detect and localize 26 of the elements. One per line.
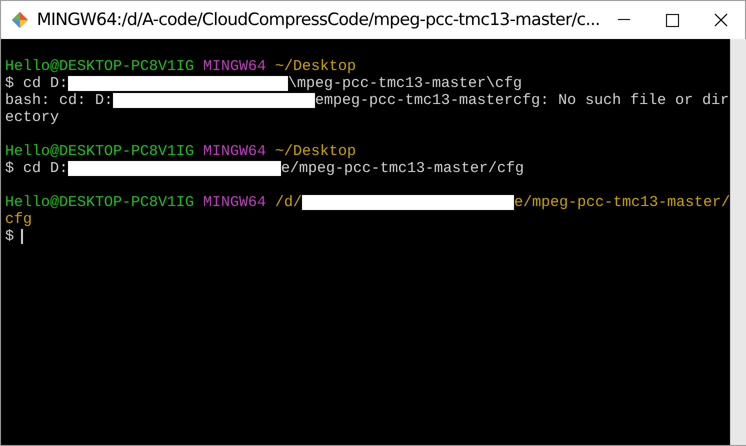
- terminal-text: empeg-pcc-tmc13-mastercfg: No such file or dir: [315, 92, 730, 109]
- terminal-text: e/mpeg-pcc-tmc13-master/cfg: [281, 160, 524, 177]
- terminal-text: $ cd D:: [5, 75, 68, 92]
- text-cursor: [21, 229, 24, 244]
- terminal-text: bash: cd: D:: [5, 92, 114, 109]
- app-logo-icon: [11, 9, 29, 31]
- prompt-user: Hello@DESKTOP-PC8V1IG: [5, 143, 194, 160]
- path-text: ~/Desktop: [275, 58, 356, 75]
- terminal-text: $: [5, 228, 14, 245]
- prompt-user: Hello@DESKTOP-PC8V1IG: [5, 58, 194, 75]
- prompt-system: MINGW64: [203, 58, 266, 75]
- path-text: /d/: [275, 194, 302, 211]
- window-title: MINGW64:/d/A-code/CloudCompressCode/mpeg-pcc-tmc13-master/c...: [36, 10, 600, 30]
- prompt-system: MINGW64: [203, 194, 266, 211]
- prompt-system: MINGW64: [203, 143, 266, 160]
- prompt-user: Hello@DESKTOP-PC8V1IG: [5, 194, 194, 211]
- terminal-text: $ cd D:: [5, 160, 68, 177]
- path-text: e/mpeg-pcc-tmc13-master/: [514, 194, 730, 211]
- close-icon: [714, 13, 728, 27]
- terminal-text: \mpeg-pcc-tmc13-master\cfg: [288, 75, 522, 92]
- path-text: cfg: [5, 211, 32, 228]
- minimize-icon: [618, 19, 630, 21]
- maximize-icon: [666, 14, 679, 26]
- path-text: ~/Desktop: [275, 143, 356, 160]
- scrollbar[interactable]: [730, 39, 746, 445]
- terminal-text: ectory: [5, 109, 60, 126]
